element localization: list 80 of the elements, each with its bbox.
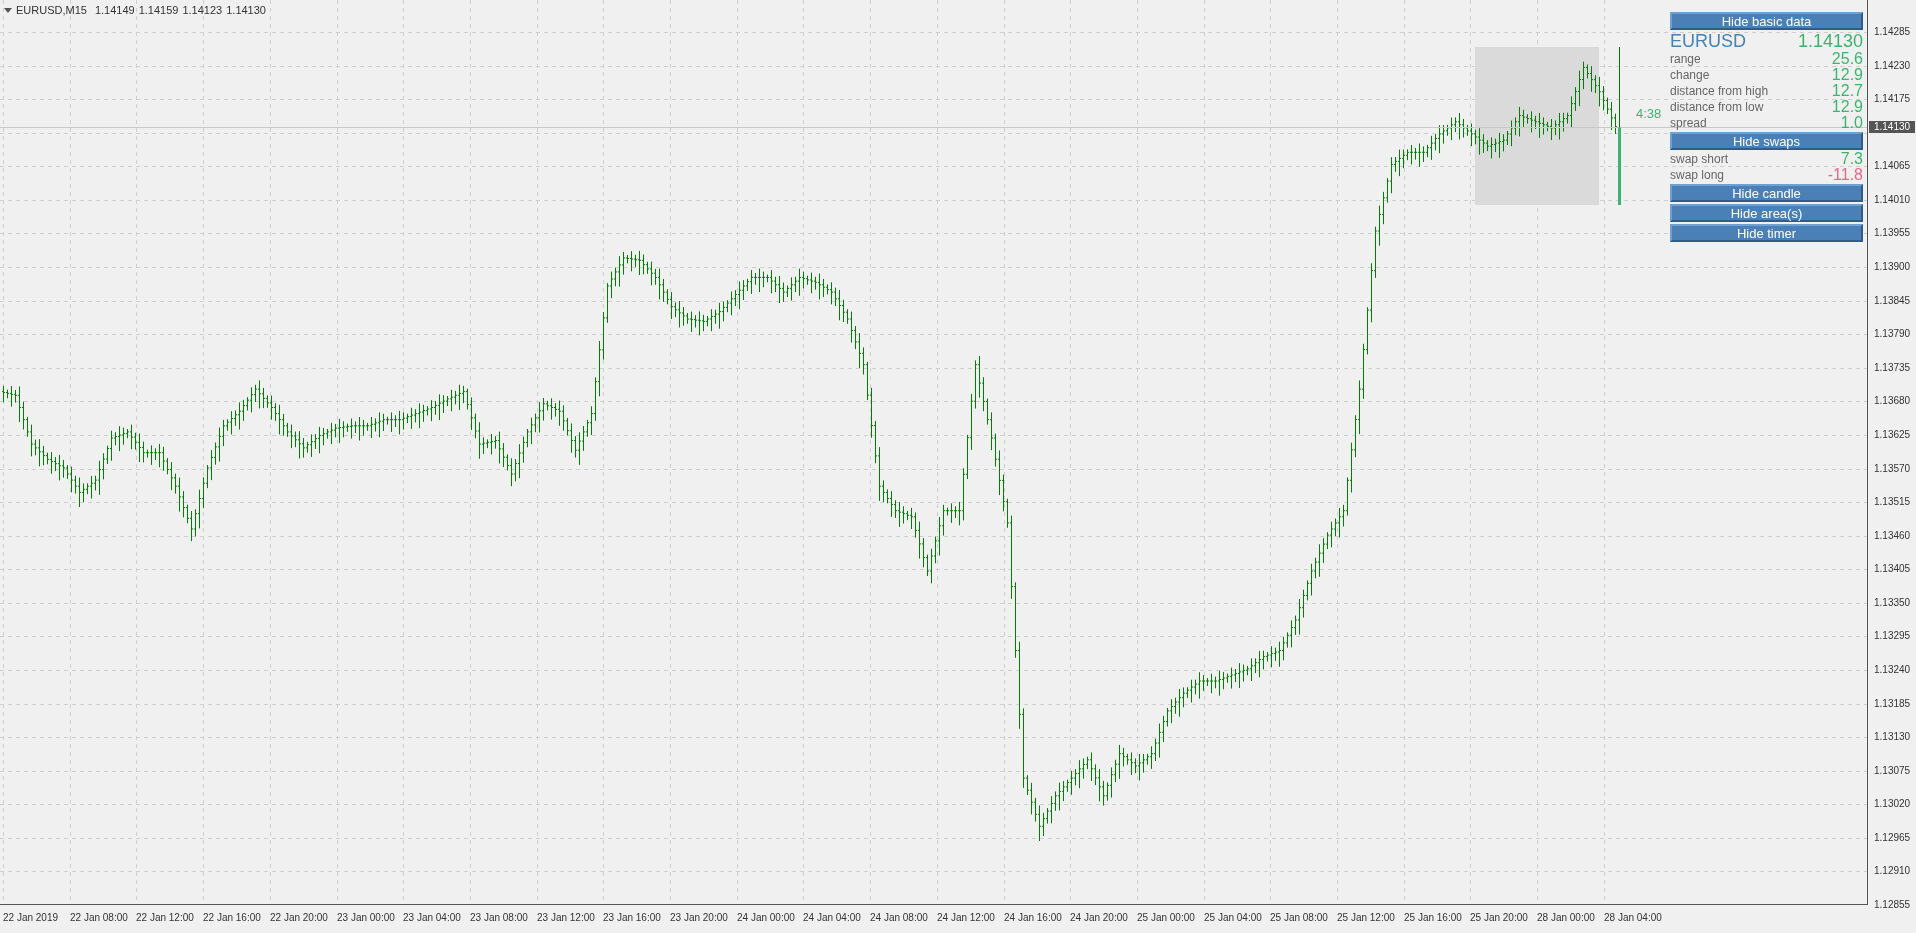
data-value: 1.0 (1840, 116, 1863, 130)
time-label: 24 Jan 16:00 (1004, 913, 1062, 923)
data-label: distance from low (1670, 100, 1764, 114)
time-label: 23 Jan 08:00 (470, 913, 528, 923)
price-label: 1.13900 (1874, 262, 1911, 273)
data-value: 25.6 (1831, 52, 1863, 66)
price-label: 1.13570 (1874, 463, 1911, 474)
time-label: 23 Jan 04:00 (403, 913, 461, 923)
price-label: 1.13405 (1874, 564, 1911, 575)
time-label: 22 Jan 20:00 (270, 913, 328, 923)
time-label: 24 Jan 04:00 (803, 913, 861, 923)
candle-timer: 4:38 (1636, 106, 1662, 121)
time-label: 23 Jan 00:00 (337, 913, 395, 923)
price-label: 1.13185 (1874, 698, 1911, 709)
data-value: 12.9 (1831, 100, 1863, 114)
time-label: 23 Jan 12:00 (537, 913, 595, 923)
price-label: 1.13845 (1874, 295, 1911, 306)
price-label: 1.13735 (1874, 362, 1911, 373)
data-label: range (1670, 52, 1701, 66)
data-label: change (1670, 68, 1710, 82)
data-value: 1.14130 (1797, 32, 1863, 50)
price-label: 1.14065 (1874, 161, 1911, 172)
time-label: 25 Jan 16:00 (1404, 913, 1462, 923)
price-label: 1.13075 (1874, 765, 1911, 776)
time-label: 23 Jan 20:00 (670, 913, 728, 923)
price-label: 1.13515 (1874, 497, 1911, 508)
time-label: 25 Jan 04:00 (1204, 913, 1262, 923)
ohlc-value: 1.14130 (226, 3, 266, 18)
panel-button[interactable]: Hide timer (1670, 224, 1863, 242)
time-label: 24 Jan 08:00 (870, 913, 928, 923)
chart-symbol: EURUSD,M15 (16, 3, 87, 18)
time-label: 24 Jan 20:00 (1070, 913, 1128, 923)
price-label: 1.13295 (1874, 631, 1911, 642)
price-label: 1.13020 (1874, 799, 1911, 810)
time-label: 28 Jan 00:00 (1537, 913, 1595, 923)
ohlc-value: 1.14159 (138, 3, 179, 18)
data-value: 7.3 (1840, 152, 1863, 166)
price-label: 1.13240 (1874, 664, 1911, 675)
price-label: 1.12910 (1874, 866, 1911, 877)
data-value: 12.9 (1831, 68, 1863, 82)
data-label: swap short (1670, 152, 1729, 166)
time-label: 22 Jan 12:00 (136, 913, 194, 923)
panel-button[interactable]: Hide candle (1670, 184, 1863, 202)
time-label: 25 Jan 20:00 (1470, 913, 1528, 923)
price-label: 1.13625 (1874, 429, 1911, 440)
data-label: distance from high (1670, 84, 1769, 98)
price-label: 1.12965 (1874, 832, 1911, 843)
data-value: 12.7 (1831, 84, 1863, 98)
price-label: 1.13955 (1874, 228, 1911, 239)
time-label: 22 Jan 2019 (3, 913, 59, 923)
price-label: 1.12855 (1874, 900, 1911, 910)
time-label: 24 Jan 00:00 (737, 913, 795, 923)
symbol-name: EURUSD (1670, 32, 1746, 50)
time-label: 22 Jan 08:00 (70, 913, 128, 923)
price-label: 1.13460 (1874, 530, 1911, 541)
price-label: 1.14010 (1874, 194, 1911, 205)
time-label: 25 Jan 12:00 (1337, 913, 1395, 923)
data-value: -11.8 (1827, 168, 1863, 182)
time-label: 22 Jan 16:00 (203, 913, 261, 923)
ohlc-value: 1.14123 (182, 3, 223, 18)
price-label: 1.13790 (1874, 329, 1911, 340)
price-label: 1.13130 (1874, 732, 1911, 743)
data-label: spread (1670, 116, 1707, 130)
panel-button[interactable]: Hide basic data (1670, 12, 1863, 30)
ohlc-value: 1.14149 (94, 3, 135, 18)
time-label: 28 Jan 04:00 (1604, 913, 1662, 923)
time-label: 25 Jan 00:00 (1137, 913, 1195, 923)
time-label: 25 Jan 08:00 (1270, 913, 1328, 923)
time-label: 23 Jan 16:00 (603, 913, 661, 923)
panel-button[interactable]: Hide swaps (1670, 132, 1863, 150)
price-label: 1.14230 (1874, 60, 1911, 71)
price-label: 1.14285 (1874, 27, 1911, 37)
current-price-tag: 1.14130 (1869, 121, 1915, 133)
time-label: 24 Jan 12:00 (937, 913, 995, 923)
price-label: 1.13680 (1874, 396, 1911, 407)
data-label: swap long (1670, 168, 1725, 182)
price-label: 1.14175 (1874, 94, 1911, 105)
dropdown-icon[interactable] (4, 7, 12, 13)
panel-button[interactable]: Hide area(s) (1670, 204, 1863, 222)
price-label: 1.13350 (1874, 597, 1911, 608)
